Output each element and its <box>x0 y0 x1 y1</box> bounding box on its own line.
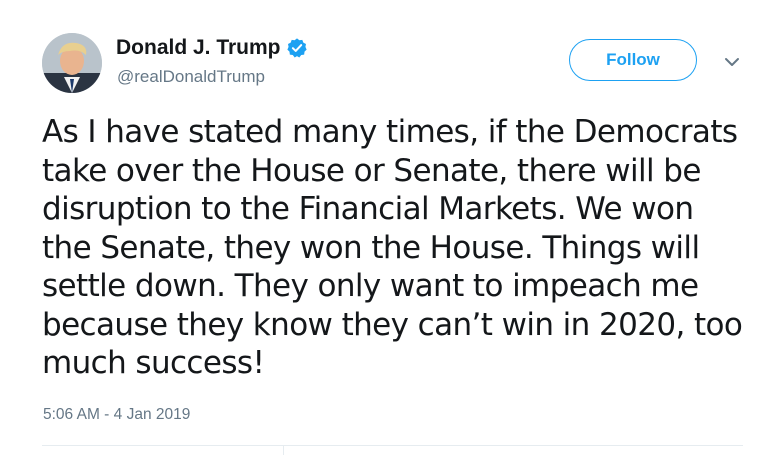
author-display-name[interactable]: Donald J. Trump <box>116 35 281 61</box>
verified-badge-icon <box>286 37 308 59</box>
author-name-row: Donald J. Trump <box>116 35 308 61</box>
avatar-photo-icon <box>42 33 102 93</box>
chevron-down-icon[interactable] <box>722 55 742 69</box>
follow-button[interactable]: Follow <box>569 39 697 81</box>
divider <box>42 445 743 446</box>
tweet-timestamp[interactable]: 5:06 AM - 4 Jan 2019 <box>43 405 190 425</box>
stats-divider <box>283 445 284 455</box>
tweet-text: As I have stated many times, if the Demo… <box>42 114 743 381</box>
author-handle[interactable]: @realDonaldTrump <box>117 66 265 88</box>
avatar[interactable] <box>42 33 102 93</box>
